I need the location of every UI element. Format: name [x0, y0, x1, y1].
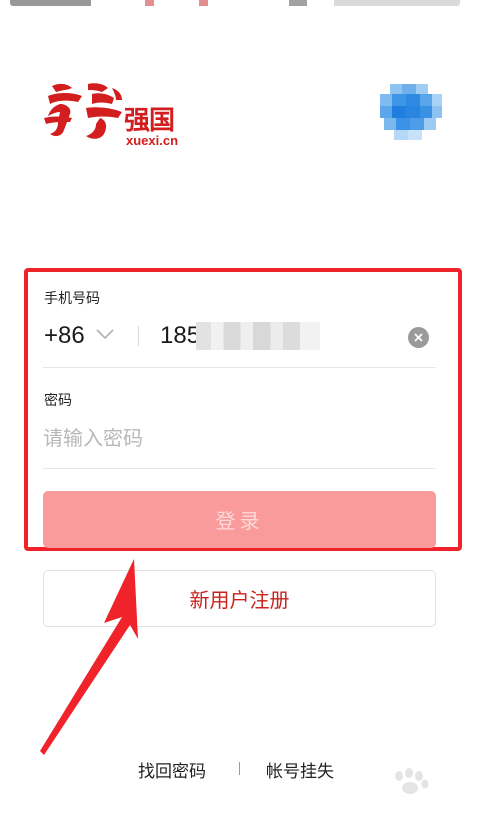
- status-bar-icons: [10, 0, 460, 6]
- avatar[interactable]: [380, 84, 442, 140]
- logo-name: 强国: [124, 106, 175, 136]
- login-button[interactable]: 登录: [43, 491, 436, 548]
- account-lost-link[interactable]: 帐号挂失: [266, 757, 334, 782]
- country-code-selector[interactable]: +86: [44, 322, 85, 350]
- find-password-link[interactable]: 找回密码: [138, 757, 206, 782]
- annotation-arrow: [40, 559, 138, 755]
- login-page: 强国 xuexi.cn 手机号码 +86 185 密码 登录 新用户注册 找回密…: [0, 0, 479, 825]
- phone-input[interactable]: 185: [160, 322, 200, 350]
- chevron-down-icon[interactable]: [95, 326, 115, 342]
- calligraphy-logo-icon: [44, 83, 122, 139]
- password-label: 密码: [44, 393, 72, 409]
- password-underline: [43, 468, 436, 469]
- password-field[interactable]: [43, 422, 433, 454]
- divider: [138, 326, 139, 346]
- logo-url: xuexi.cn: [126, 133, 179, 148]
- clear-icon: [414, 333, 423, 342]
- status-bar: [0, 0, 479, 8]
- phone-underline: [43, 367, 436, 368]
- phone-label: 手机号码: [44, 291, 100, 307]
- footer-divider: [239, 762, 240, 775]
- app-logo: 强国 xuexi.cn: [42, 78, 187, 148]
- clear-phone-button[interactable]: [408, 327, 429, 348]
- phone-number-mosaic: [196, 322, 320, 350]
- watermark-paw-icon: [395, 768, 429, 794]
